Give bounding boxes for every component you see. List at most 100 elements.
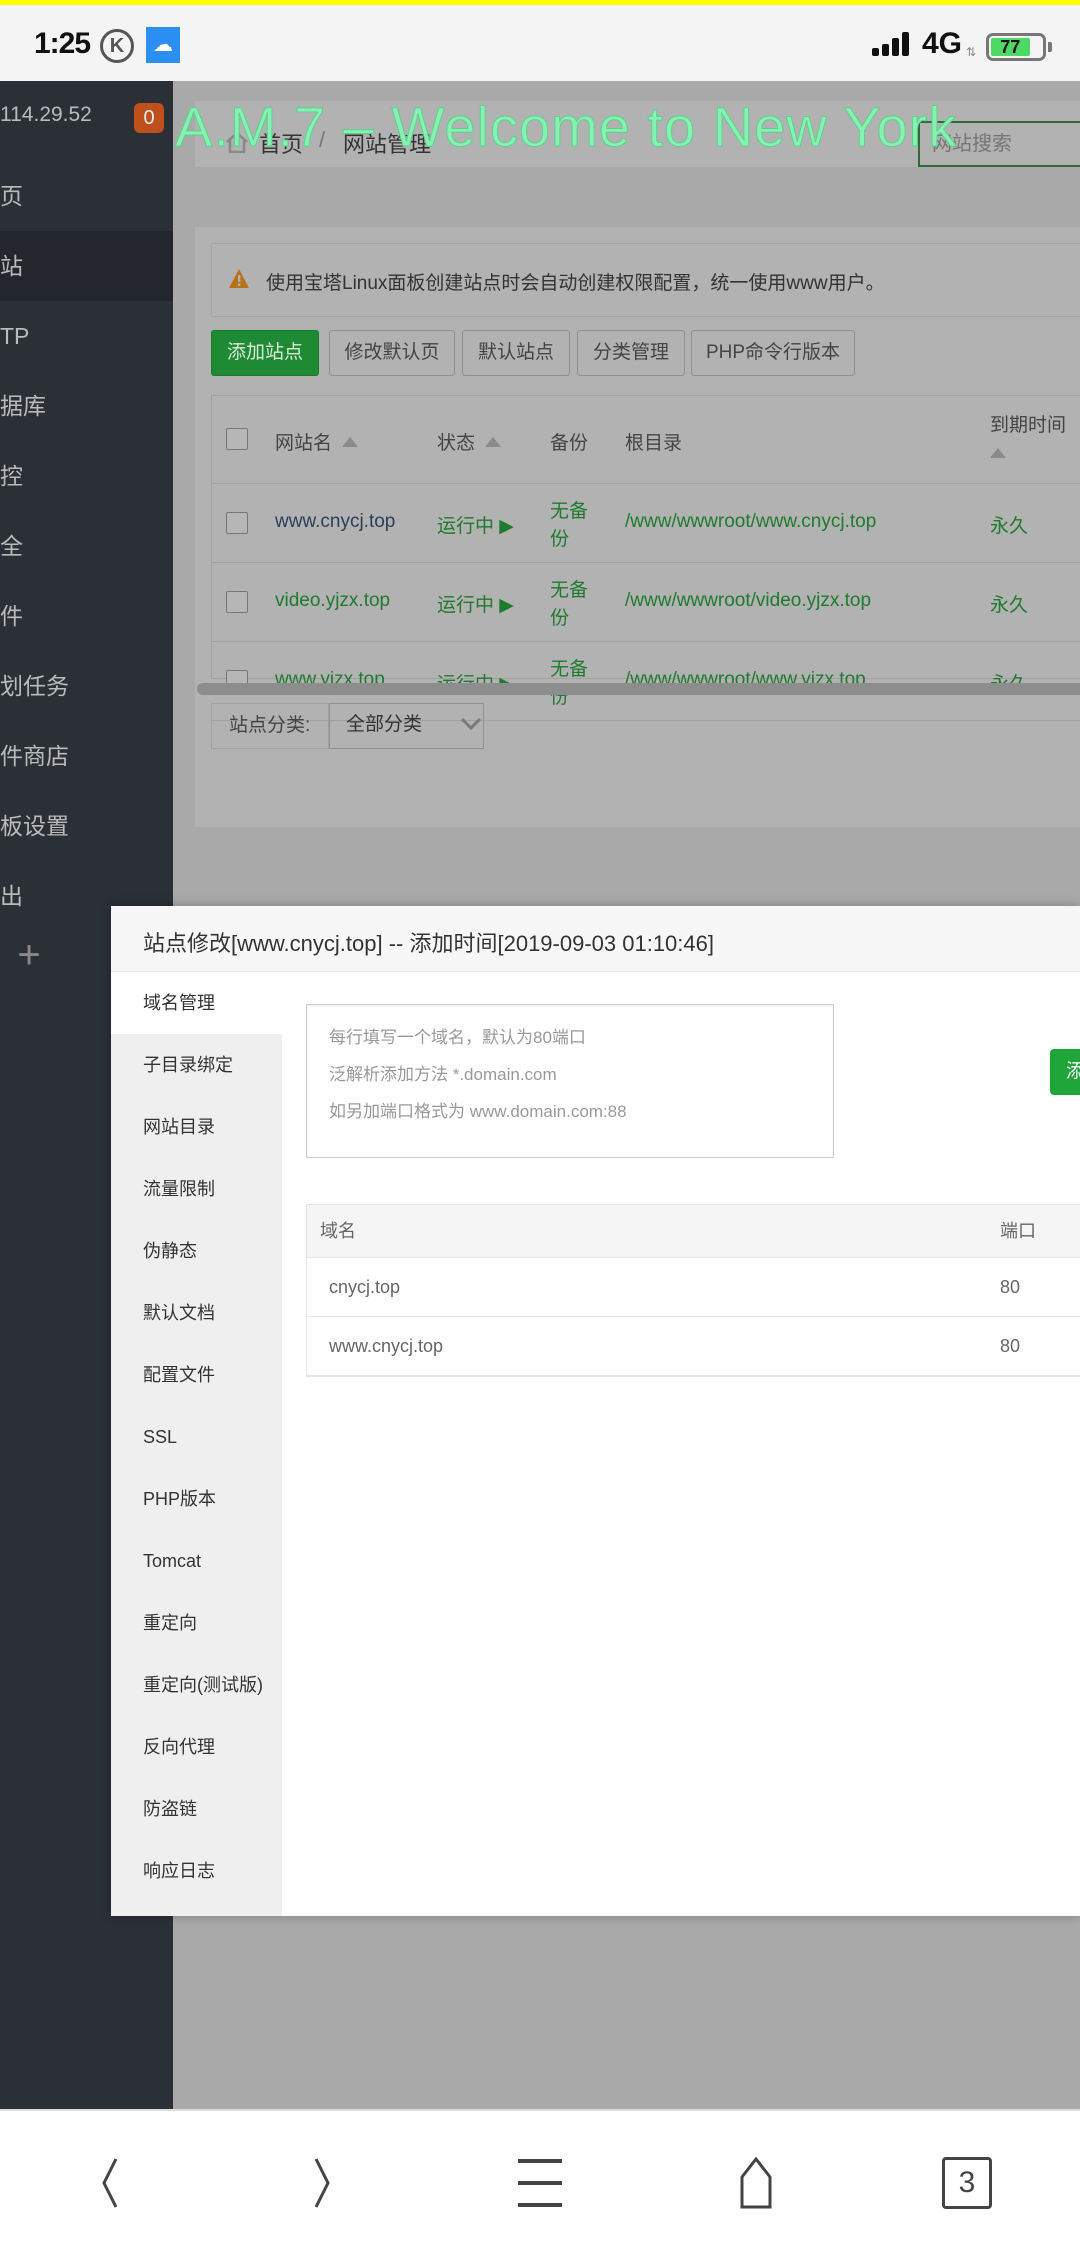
sidebar-nav-item[interactable]: 全 [0,511,173,581]
menu-icon[interactable] [510,2157,570,2209]
home-icon[interactable] [726,2157,786,2209]
domain-textarea[interactable]: 每行填写一个域名，默认为80端口 泛解析添加方法 *.domain.com 如另… [306,1004,834,1158]
backup-status-line2[interactable]: 份 [550,603,569,630]
col-status[interactable]: 状态 [437,428,502,455]
tabs-button[interactable]: 3 [942,2157,992,2209]
sidebar-nav-item[interactable]: 站 [0,231,173,301]
modal-tab[interactable]: 配置文件 [111,1344,282,1406]
sidebar-nav-item[interactable]: 件商店 [0,721,173,791]
col-backup: 备份 [550,433,589,454]
placeholder-line: 如另加端口格式为 www.domain.com:88 [329,1102,627,1121]
modal-tab[interactable]: 流量限制 [111,1158,282,1220]
site-table: 网站名 状态 备份 根目录 到期时间 www.cnycj.top 运行中 ▶ 无备份… [211,395,1080,721]
site-panel: 使用宝塔Linux面板创建站点时会自动创建权限配置，统一使用www用户。 添加站… [195,227,1080,827]
sort-asc-icon [342,437,359,447]
site-name-link[interactable]: www.cnycj.top [275,511,395,533]
modal-tab[interactable]: 伪静态 [111,1220,282,1282]
site-expiry[interactable]: 永久 [990,511,1028,538]
server-ip: 114.29.52 [0,103,92,126]
domain-cell: cnycj.top [329,1277,401,1297]
site-name-link[interactable]: video.yjzx.top [275,590,390,612]
backup-status-line1[interactable]: 无备 [550,575,588,602]
status-bar: 1:25 K ☁ 4G ⇅ 77 [0,5,1080,81]
modal-tab[interactable]: 网站目录 [111,1096,282,1158]
modal-tab[interactable]: PHP版本 [111,1468,282,1530]
site-search-input[interactable] [918,121,1080,167]
modal-header: 站点修改[www.cnycj.top] -- 添加时间[2019-09-03 0… [111,906,1080,972]
backup-status-line1[interactable]: 无备 [550,654,588,681]
backup-status-line1[interactable]: 无备 [550,496,588,523]
site-root-path[interactable]: /www/wwwroot/video.yjzx.top [625,590,871,612]
battery-tip [1048,42,1052,52]
sort-asc-icon [485,437,502,447]
sort-asc-icon [990,448,1006,458]
site-status[interactable]: 运行中 ▶ [437,590,514,617]
modal-tab[interactable]: 重定向 [111,1592,282,1654]
modal-tab[interactable]: SSL [111,1406,282,1468]
home-icon [226,131,248,153]
forward-icon[interactable] [294,2157,354,2209]
browser-nav-bar: 3 [0,2109,1080,2248]
placeholder-line: 每行填写一个域名，默认为80端口 [329,1028,586,1047]
col-port: 端口 [1000,1221,1036,1241]
modal-tab[interactable]: 默认文档 [111,1282,282,1344]
modal-tab[interactable]: 响应日志 [111,1840,282,1902]
row-checkbox[interactable] [226,512,248,534]
sidebar-nav-item[interactable]: 控 [0,441,173,511]
modal-tab-list: 域名管理 子目录绑定 网站目录 流量限制 伪静态 默认文档 配置文件 SSL PHP版本 Tomc… [111,972,282,1916]
notification-badge[interactable]: 0 [134,103,164,133]
breadcrumb-home[interactable]: 首页 [259,127,303,159]
modal-title: 站点修改[www.cnycj.top] -- 添加时间[2019-09-03 0… [143,931,714,956]
domain-table-row: www.cnycj.top 80 [307,1317,1080,1376]
col-domain: 域名 [320,1221,356,1241]
domain-table-row: cnycj.top 80 [307,1258,1080,1317]
warning-icon [229,269,249,288]
category-label: 站点分类: [211,703,329,749]
site-expiry[interactable]: 永久 [990,590,1028,617]
sidebar-nav-item[interactable]: TP [0,301,173,371]
add-site-button[interactable]: 添加站点 [211,330,319,376]
signal-icon [872,32,914,60]
sidebar-nav-item[interactable]: 划任务 [0,651,173,721]
battery-level: 77 [991,38,1030,56]
sidebar-nav-item[interactable]: 据库 [0,371,173,441]
modal-tab[interactable]: 重定向(测试版) [111,1654,282,1716]
modal-tab[interactable]: 子目录绑定 [111,1034,282,1096]
play-icon: ▶ [499,595,514,616]
site-table-row: video.yjzx.top 运行中 ▶ 无备份/www/wwwroot/video… [212,563,1080,642]
sidebar-nav-item[interactable]: 页 [0,161,173,231]
default-site-button[interactable]: 默认站点 [462,330,570,376]
cloud-app-icon: ☁ [146,27,180,63]
add-shortcut-icon[interactable]: + [14,933,44,978]
back-icon[interactable] [78,2157,138,2209]
site-status[interactable]: 运行中 ▶ [437,511,514,538]
sidebar-nav-item[interactable]: 件 [0,581,173,651]
data-activity-icon: ⇅ [966,45,977,59]
col-expiry[interactable]: 到期时间 [990,410,1066,437]
horizontal-scrollbar[interactable] [197,683,1080,695]
port-cell: 80 [1000,1277,1021,1297]
category-manage-button[interactable]: 分类管理 [577,330,685,376]
modal-tab[interactable]: 防盗链 [111,1778,282,1840]
php-cli-version-button[interactable]: PHP命令行版本 [691,330,855,376]
row-checkbox[interactable] [226,591,248,613]
edit-default-page-button[interactable]: 修改默认页 [329,330,455,376]
site-table-row: www.cnycj.top 运行中 ▶ 无备份/www/wwwroot/www.cn… [212,484,1080,563]
domain-cell: www.cnycj.top [329,1336,444,1356]
site-edit-modal: 站点修改[www.cnycj.top] -- 添加时间[2019-09-03 0… [111,906,1080,1916]
chevron-down-icon [461,717,481,731]
select-all-checkbox[interactable] [226,428,248,450]
k-app-icon: K [100,29,134,63]
clock: 1:25 [34,27,91,60]
col-root: 根目录 [625,433,683,454]
col-site-name[interactable]: 网站名 [275,428,359,455]
network-type: 4G [922,27,963,60]
sidebar-nav-item[interactable]: 板设置 [0,791,173,861]
modal-tab[interactable]: 域名管理 [111,972,282,1034]
site-root-path[interactable]: /www/wwwroot/www.cnycj.top [625,511,876,533]
add-domain-button[interactable]: 添加 [1050,1049,1080,1095]
domain-table: 域名 端口 cnycj.top 80 www.cnycj.top 80 [306,1204,1080,1377]
modal-tab[interactable]: Tomcat [111,1530,282,1592]
modal-tab[interactable]: 反向代理 [111,1716,282,1778]
backup-status-line2[interactable]: 份 [550,524,569,551]
